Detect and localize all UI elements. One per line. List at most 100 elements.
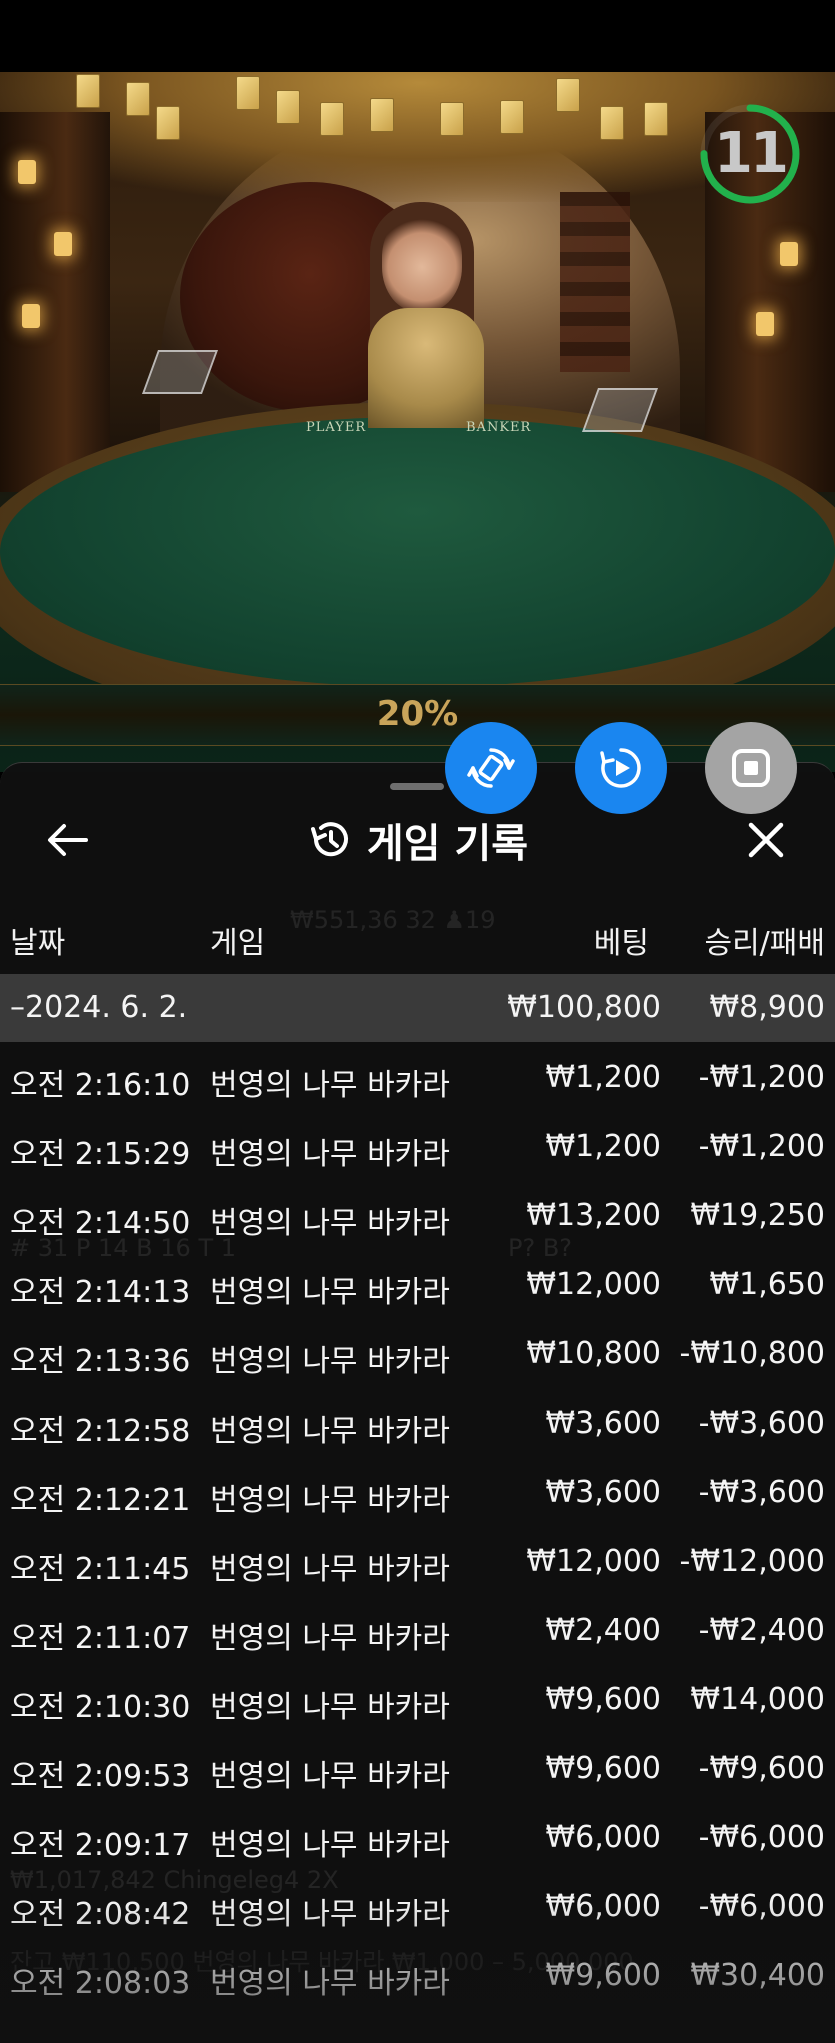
pagoda (560, 192, 630, 372)
table-label-banker: BANKER (466, 420, 532, 435)
row-result: ₩14,000 (690, 1681, 825, 1717)
row-game-name: 번영의 나무 바카라 (210, 1413, 450, 1449)
card-ornament (126, 82, 150, 116)
row-time: 오전 2:12:58 (10, 1413, 191, 1449)
row-result: -₩12,000 (679, 1543, 825, 1579)
column-header-win-loss: 승리/패배 (704, 926, 825, 961)
row-result: ₩19,250 (690, 1198, 825, 1234)
row-game-name: 번영의 나무 바카라 (210, 1966, 450, 2002)
row-game-name: 번영의 나무 바카라 (210, 1344, 450, 1380)
lantern (756, 312, 774, 336)
date-group-row[interactable]: –2024. 6. 2. ₩100,800 ₩8,900 (0, 974, 835, 1042)
countdown-timer: 11 (714, 121, 789, 186)
row-result: -₩6,000 (698, 1889, 825, 1925)
card-ornament (320, 102, 344, 136)
status-bar (0, 0, 835, 72)
table-row[interactable]: 오전 2:08:03 번영의 나무 바카라 ₩9,600 ₩30,400 (0, 1944, 835, 2013)
dealer-head (382, 212, 462, 312)
row-time: 오전 2:15:29 (10, 1137, 191, 1173)
row-game-name: 번영의 나무 바카라 (210, 1551, 450, 1587)
card-ornament (440, 102, 464, 136)
row-game-name: 번영의 나무 바카라 (210, 1275, 450, 1311)
close-button[interactable] (738, 812, 794, 868)
table-row[interactable]: 오전 2:09:17 번영의 나무 바카라 ₩6,000 -₩6,000 (0, 1806, 835, 1875)
table-row[interactable]: 오전 2:11:07 번영의 나무 바카라 ₩2,400 -₩2,400 (0, 1599, 835, 1668)
close-icon (748, 822, 784, 858)
row-time: 오전 2:11:45 (10, 1551, 191, 1587)
row-time: 오전 2:11:07 (10, 1620, 191, 1656)
row-bet: ₩3,600 (545, 1474, 661, 1510)
card-ornament (644, 102, 668, 136)
row-time: 오전 2:08:42 (10, 1897, 191, 1933)
card-ornament (76, 74, 100, 108)
row-game-name: 번영의 나무 바카라 (210, 1759, 450, 1794)
row-game-name: 번영의 나무 바카라 (210, 1828, 450, 1864)
row-result: -₩2,400 (698, 1612, 825, 1648)
rotate-button[interactable] (445, 722, 537, 814)
row-result: -₩1,200 (698, 1129, 825, 1165)
replay-button[interactable] (575, 722, 667, 814)
back-button[interactable] (40, 812, 96, 868)
row-time: 오전 2:14:13 (10, 1275, 191, 1311)
table-row[interactable]: 오전 2:08:42 번영의 나무 바카라 ₩6,000 -₩6,000 (0, 1875, 835, 1944)
row-bet: ₩1,200 (545, 1060, 661, 1095)
row-bet: ₩12,000 (526, 1267, 661, 1303)
card-ornament (236, 76, 260, 110)
card-ornament (370, 98, 394, 132)
replay-play-icon (600, 748, 641, 788)
table-row[interactable]: 오전 2:14:13 번영의 나무 바카라 ₩12,000 ₩1,650 (0, 1253, 835, 1322)
lantern (22, 304, 40, 328)
row-game-name: 번영의 나무 바카라 (210, 1897, 450, 1933)
row-bet: ₩9,600 (545, 1958, 661, 1994)
row-game-name: 번영의 나무 바카라 (210, 1137, 450, 1173)
table-row[interactable]: 오전 2:12:21 번영의 나무 바카라 ₩3,600 -₩3,600 (0, 1461, 835, 1530)
lantern (780, 242, 798, 266)
row-result: -₩3,600 (698, 1474, 825, 1510)
card-ornament (600, 106, 624, 140)
table-row[interactable]: 오전 2:13:36 번영의 나무 바카라 ₩10,800 -₩10,800 (0, 1322, 835, 1391)
date-group-bet-total: ₩100,800 (507, 990, 661, 1025)
table-row[interactable]: 오전 2:10:30 번영의 나무 바카라 ₩9,600 ₩14,000 (0, 1668, 835, 1737)
row-bet: ₩9,600 (545, 1681, 661, 1717)
table-label-player: PLAYER (306, 420, 367, 435)
row-time: 오전 2:12:21 (10, 1482, 191, 1518)
column-header-bet: 베팅 (593, 926, 649, 961)
row-result: ₩1,650 (709, 1267, 825, 1303)
table-row[interactable]: 오전 2:16:10 번영의 나무 바카라 ₩1,200 -₩1,200 (0, 1046, 835, 1115)
row-bet: ₩6,000 (545, 1820, 661, 1856)
row-game-name: 번영의 나무 바카라 (210, 1068, 450, 1103)
card-ornament (276, 90, 300, 124)
date-group-label: –2024. 6. 2. (10, 990, 188, 1025)
table-row[interactable]: 오전 2:11:45 번영의 나무 바카라 ₩12,000 -₩12,000 (0, 1530, 835, 1599)
table-felt (0, 417, 835, 687)
row-bet: ₩13,200 (526, 1198, 661, 1234)
row-time: 오전 2:16:10 (10, 1068, 191, 1103)
row-time: 오전 2:08:03 (10, 1966, 191, 2002)
row-bet: ₩3,600 (545, 1405, 661, 1441)
row-bet: ₩12,000 (526, 1543, 661, 1579)
row-time: 오전 2:14:50 (10, 1206, 191, 1242)
stop-button[interactable] (705, 722, 797, 814)
table-row[interactable]: 오전 2:15:29 번영의 나무 바카라 ₩1,200 -₩1,200 (0, 1115, 835, 1184)
arrow-left-icon (48, 824, 88, 856)
row-result: -₩1,200 (698, 1060, 825, 1095)
row-game-name: 번영의 나무 바카라 (210, 1482, 450, 1518)
stop-square-icon (732, 749, 770, 787)
rotate-device-icon (467, 748, 515, 788)
card-ornament (500, 100, 524, 134)
table-row[interactable]: 오전 2:14:50 번영의 나무 바카라 ₩13,200 ₩19,250 (0, 1184, 835, 1253)
lantern (18, 160, 36, 184)
percent-label: 20% (376, 694, 459, 734)
table-row[interactable]: 오전 2:09:53 번영의 나무 바카라 ₩9,600 -₩9,600 (0, 1737, 835, 1806)
date-group-win-total: ₩8,900 (709, 990, 825, 1025)
row-bet: ₩2,400 (545, 1612, 661, 1648)
row-time: 오전 2:09:17 (10, 1828, 191, 1864)
row-game-name: 번영의 나무 바카라 (210, 1206, 450, 1242)
row-result: -₩3,600 (698, 1405, 825, 1441)
row-bet: ₩1,200 (545, 1129, 661, 1165)
panel-drag-handle[interactable] (390, 783, 444, 790)
row-result: -₩9,600 (698, 1751, 825, 1786)
table-row[interactable]: 오전 2:12:58 번영의 나무 바카라 ₩3,600 -₩3,600 (0, 1392, 835, 1461)
dealer-body (368, 308, 484, 428)
row-game-name: 번영의 나무 바카라 (210, 1689, 450, 1725)
